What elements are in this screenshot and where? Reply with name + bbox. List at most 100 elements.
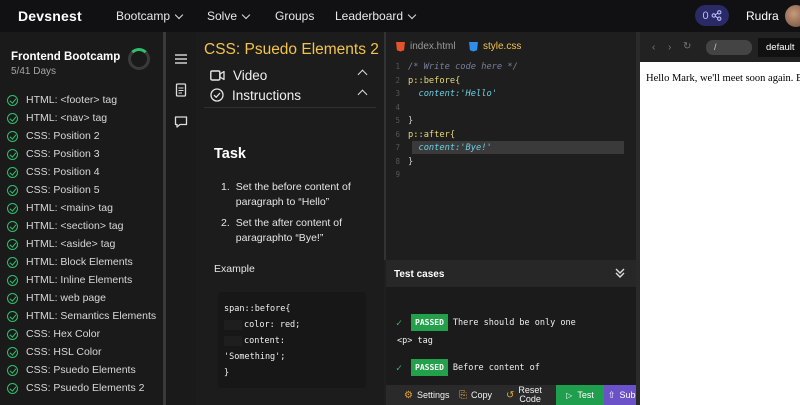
chat-icon[interactable]: [174, 115, 188, 129]
line-number: 7: [395, 143, 400, 152]
lesson-item[interactable]: CSS: Position 3: [0, 145, 163, 163]
nav-bootcamp[interactable]: Bootcamp: [116, 9, 184, 23]
copy-button[interactable]: ⎘ Copy: [459, 385, 492, 405]
course-title: Frontend Bootcamp: [11, 51, 121, 63]
lesson-item-label: HTML: <main> tag: [26, 202, 113, 214]
code-line[interactable]: 6 p::after{: [386, 128, 636, 142]
document-icon[interactable]: [174, 83, 188, 97]
editor-toolbar: ⚙ Settings ⎘ Copy ↺ Reset Code ▷ Test ⇧ …: [386, 385, 636, 405]
test-case-2: ✓ PASSED Before content of: [396, 359, 631, 376]
code-text: /* Write code here */: [408, 62, 518, 72]
code-line[interactable]: 2 p::before{: [386, 74, 636, 88]
lesson-item[interactable]: CSS: Psuedo Elements: [0, 361, 163, 379]
code-text: }: [408, 116, 414, 126]
play-icon: ▷: [566, 390, 573, 400]
url-input[interactable]: /: [706, 40, 752, 55]
lesson-item[interactable]: HTML: Semantics Elements: [0, 307, 163, 325]
code-line[interactable]: 5}: [386, 114, 636, 128]
code-area[interactable]: 1 /* Write code here */2 p::before{3 conte…: [386, 60, 636, 182]
lesson-item-label: HTML: <nav> tag: [26, 112, 108, 124]
avatar[interactable]: [785, 5, 800, 27]
lesson-item[interactable]: CSS: Position 2: [0, 127, 163, 145]
reset-code-button[interactable]: ↺ Reset Code: [506, 385, 542, 405]
code-line[interactable]: 9: [386, 168, 636, 182]
code-line[interactable]: 8}: [386, 155, 636, 169]
gear-icon: ⚙: [404, 389, 413, 401]
share-button[interactable]: 0: [695, 5, 729, 26]
course-days: 5/41 Days: [11, 66, 57, 77]
lesson-item[interactable]: HTML: <main> tag: [0, 199, 163, 217]
chevron-down-icon: [241, 10, 251, 19]
code-line[interactable]: 3 content:'Hello': [386, 87, 636, 101]
browser-preview: ‹ › ↻ / default Hello Mark, we'll meet s…: [636, 32, 800, 405]
lesson-panel: CSS: Psuedo Elements 2 Video Instruction…: [196, 32, 384, 405]
lesson-item[interactable]: HTML: <footer> tag: [0, 91, 163, 109]
accordion-instructions[interactable]: Instructions: [210, 86, 372, 104]
lesson-item-label: HTML: Block Elements: [26, 256, 133, 268]
test-cases-header[interactable]: Test cases: [386, 260, 636, 287]
chevron-up-icon: [357, 89, 368, 100]
lesson-item-label: CSS: Position 5: [26, 184, 100, 196]
refresh-icon[interactable]: ↻: [683, 41, 691, 52]
lesson-item[interactable]: HTML: <aside> tag: [0, 235, 163, 253]
passed-badge: PASSED: [411, 314, 448, 331]
lesson-item[interactable]: HTML: Inline Elements: [0, 271, 163, 289]
accordion-divider: [204, 107, 376, 108]
check-icon: ✓: [396, 363, 403, 374]
settings-button[interactable]: ⚙ Settings: [404, 385, 450, 405]
chevron-down-icon: [407, 10, 417, 19]
lesson-item[interactable]: HTML: <section> tag: [0, 217, 163, 235]
lesson-item[interactable]: CSS: HSL Color: [0, 343, 163, 361]
lesson-item[interactable]: CSS: Position 5: [0, 181, 163, 199]
task-heading: Task: [214, 146, 246, 162]
nav-groups[interactable]: Groups: [275, 9, 314, 23]
lesson-item[interactable]: CSS: Position 4: [0, 163, 163, 181]
forward-icon[interactable]: ›: [668, 42, 671, 53]
lesson-item[interactable]: HTML: Block Elements: [0, 253, 163, 271]
code-line[interactable]: 7 content:'Bye!': [386, 141, 636, 155]
lesson-item[interactable]: CSS: Psuedo Elements 2: [0, 379, 163, 397]
code-line[interactable]: 1 /* Write code here */: [386, 60, 636, 74]
preview-output: Hello Mark, we'll meet soon again. Bye!: [646, 73, 800, 84]
brand-logo[interactable]: Devsnest: [18, 8, 82, 24]
nav-solve-label: Solve: [207, 9, 238, 23]
example-code-line: span::before{: [224, 304, 291, 314]
line-number: 9: [395, 170, 400, 179]
lesson-title: CSS: Psuedo Elements 2: [204, 41, 379, 58]
tab-index-html[interactable]: index.html: [396, 41, 456, 52]
copy-icon: ⎘: [459, 389, 467, 401]
chevron-down-icon: [174, 10, 184, 19]
code-text: content:'Hello': [418, 89, 497, 99]
lesson-item-label: CSS: Position 2: [26, 130, 100, 142]
nav-leaderboard[interactable]: Leaderboard: [335, 9, 417, 23]
accordion-video[interactable]: Video: [210, 66, 372, 84]
task-step-2-number: 2.: [221, 217, 230, 229]
code-editor: index.html style.css 1 /* Write code here…: [384, 32, 636, 260]
menu-icon[interactable]: [174, 52, 188, 66]
share-icon: [711, 10, 722, 21]
submit-label: Submit: [619, 390, 636, 400]
example-code-line: 'Something';: [224, 352, 286, 362]
lesson-item[interactable]: HTML: <nav> tag: [0, 109, 163, 127]
reset-code-label: Reset Code: [518, 386, 542, 404]
lesson-item[interactable]: CSS: Hex Color: [0, 325, 163, 343]
back-icon[interactable]: ‹: [652, 42, 655, 53]
check-circle-icon: [7, 382, 18, 394]
course-header[interactable]: Frontend Bootcamp 5/41 Days: [0, 32, 163, 90]
submit-button[interactable]: ⇧ Submit: [604, 385, 636, 405]
html-file-icon: [396, 41, 405, 52]
code-line[interactable]: 4: [386, 101, 636, 115]
lesson-item[interactable]: HTML: web page: [0, 289, 163, 307]
task-step-1-body: Set the before content of paragraph to: [235, 181, 351, 208]
example-code-line: content:: [224, 333, 360, 349]
tab-style-css[interactable]: style.css: [469, 41, 521, 52]
test-button[interactable]: ▷ Test: [556, 385, 604, 405]
tab-style-css-label: style.css: [483, 41, 522, 52]
device-select[interactable]: default: [758, 38, 800, 57]
check-circle-icon: [210, 88, 224, 102]
task-step-2: 2. Set the after content of paragraphto …: [221, 216, 371, 246]
nav-solve[interactable]: Solve: [207, 9, 251, 23]
user-name[interactable]: Rudra: [746, 9, 779, 23]
lesson-item-label: CSS: Hex Color: [26, 328, 101, 340]
collapse-icon[interactable]: [614, 267, 626, 279]
